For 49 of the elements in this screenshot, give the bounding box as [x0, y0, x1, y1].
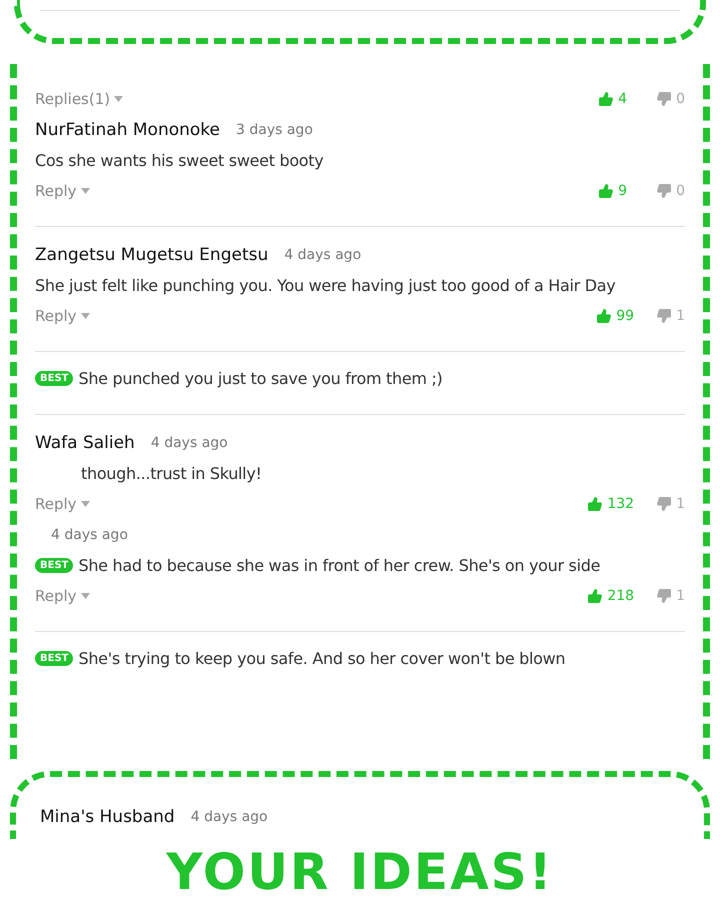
author-name: Wafa Salieh: [35, 432, 135, 453]
timestamp: 4 days ago: [150, 434, 228, 451]
author-name: Zangetsu Mugetsu Engetsu: [35, 244, 268, 265]
dislike-button[interactable]: 0: [656, 90, 685, 107]
thumbs-up-icon: [598, 182, 614, 199]
caret-icon: [114, 96, 124, 102]
caret-icon: [80, 500, 90, 507]
timestamp: 4 days ago: [51, 526, 128, 543]
like-button[interactable]: 218: [587, 588, 634, 604]
best-badge: BEST: [35, 651, 74, 666]
comment-text: She's trying to keep you safe. And so her cover won't be blown: [78, 649, 566, 668]
like-button[interactable]: 99: [596, 308, 634, 324]
author-name: NurFatinah Mononoke: [35, 120, 220, 140]
comment-text: She punched you just to save you from them ;): [78, 369, 442, 388]
dislike-button[interactable]: 0: [656, 182, 685, 199]
comment-text: though...trust in Skully!: [81, 464, 262, 484]
like-button[interactable]: 132: [587, 496, 634, 512]
thumbs-up-icon: [587, 588, 604, 604]
like-button[interactable]: 9: [598, 182, 634, 199]
caret-icon: [80, 312, 90, 319]
thumbs-down-icon: [656, 182, 672, 199]
thumbs-down-icon: [656, 496, 672, 512]
best-badge: BEST: [35, 371, 74, 386]
comment-text: Cos she wants his sweet sweet booty: [35, 151, 324, 170]
author-name: Mina's Husband: [40, 807, 175, 828]
thumbs-up-icon: [596, 308, 612, 324]
reply-link[interactable]: Reply: [35, 182, 90, 200]
comment-text: She had to because she was in front of her crew. She's on your side: [78, 556, 600, 576]
caret-icon: [80, 592, 90, 599]
thumbs-down-icon: [656, 308, 672, 324]
dislike-button[interactable]: 1: [656, 496, 685, 512]
like-button[interactable]: 4: [598, 90, 634, 107]
reply-link[interactable]: Replies(1): [35, 90, 124, 108]
best-badge: BEST: [35, 558, 74, 574]
timestamp: 4 days ago: [190, 809, 268, 826]
reply-link[interactable]: Reply: [35, 306, 90, 325]
dislike-button[interactable]: 1: [656, 588, 685, 604]
thumbs-down-icon: [656, 588, 672, 604]
thumbs-down-icon: [656, 90, 672, 107]
headline: YOUR IDEAS!: [165, 842, 555, 901]
thumbs-up-icon: [598, 90, 614, 107]
reply-link[interactable]: Reply: [35, 586, 90, 605]
thumbs-up-icon: [587, 496, 604, 512]
comment-text: She just felt like punching you. You were having just too good of a Hair Day: [35, 276, 616, 296]
reply-link[interactable]: Reply: [35, 494, 90, 513]
timestamp: 4 days ago: [284, 246, 362, 263]
caret-icon: [80, 188, 90, 194]
timestamp: 3 days ago: [236, 122, 313, 138]
dislike-button[interactable]: 1: [656, 308, 685, 324]
